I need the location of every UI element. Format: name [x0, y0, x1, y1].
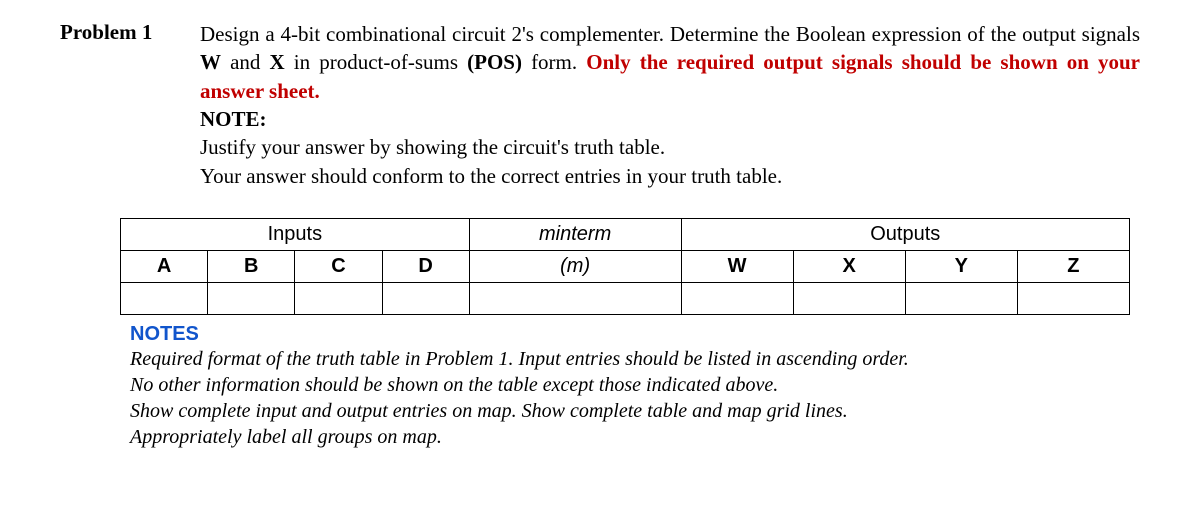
truth-table-wrapper: Inputs minterm Outputs A B C D (m) W X Y…: [120, 218, 1130, 315]
group-inputs: Inputs: [121, 219, 470, 251]
table-empty-row: [121, 283, 1130, 315]
notes-line-1: Required format of the truth table in Pr…: [130, 346, 1120, 372]
empty-cell: [295, 283, 382, 315]
bold-x: X: [270, 50, 285, 74]
notes-line-2: No other information should be shown on …: [130, 372, 1120, 398]
problem-body: Design a 4-bit combinational circuit 2's…: [200, 20, 1140, 190]
group-outputs: Outputs: [681, 219, 1130, 251]
bold-w: W: [200, 50, 221, 74]
problem-label: Problem 1: [60, 20, 180, 45]
problem-container: Problem 1 Design a 4-bit combinational c…: [60, 20, 1140, 190]
text-part1: Design a 4-bit combinational circuit 2's…: [200, 22, 1140, 46]
problem-statement: Design a 4-bit combinational circuit 2's…: [200, 20, 1140, 105]
empty-cell: [793, 283, 905, 315]
truth-table: Inputs minterm Outputs A B C D (m) W X Y…: [120, 218, 1130, 315]
group-minterm: minterm: [469, 219, 681, 251]
note-label: NOTE:: [200, 105, 1140, 133]
col-d: D: [382, 251, 469, 283]
col-y: Y: [905, 251, 1017, 283]
col-b: B: [208, 251, 295, 283]
text-part3: form.: [522, 50, 586, 74]
col-z: Z: [1017, 251, 1129, 283]
empty-cell: [469, 283, 681, 315]
table-column-row: A B C D (m) W X Y Z: [121, 251, 1130, 283]
text-and: and: [221, 50, 270, 74]
empty-cell: [1017, 283, 1129, 315]
col-a: A: [121, 251, 208, 283]
notes-section: NOTES Required format of the truth table…: [130, 323, 1120, 450]
col-w: W: [681, 251, 793, 283]
empty-cell: [681, 283, 793, 315]
text-part2: in product-of-sums: [285, 50, 467, 74]
notes-label: NOTES: [130, 323, 1120, 346]
empty-cell: [208, 283, 295, 315]
empty-cell: [382, 283, 469, 315]
empty-cell: [905, 283, 1017, 315]
note-line-2: Your answer should conform to the correc…: [200, 162, 1140, 190]
bold-pos: (POS): [467, 50, 522, 74]
col-c: C: [295, 251, 382, 283]
col-m: (m): [469, 251, 681, 283]
notes-body: Required format of the truth table in Pr…: [130, 346, 1120, 450]
empty-cell: [121, 283, 208, 315]
notes-line-3: Show complete input and output entries o…: [130, 398, 1120, 424]
col-x: X: [793, 251, 905, 283]
note-line-1: Justify your answer by showing the circu…: [200, 133, 1140, 161]
table-group-row: Inputs minterm Outputs: [121, 219, 1130, 251]
notes-line-4: Appropriately label all groups on map.: [130, 424, 1120, 450]
